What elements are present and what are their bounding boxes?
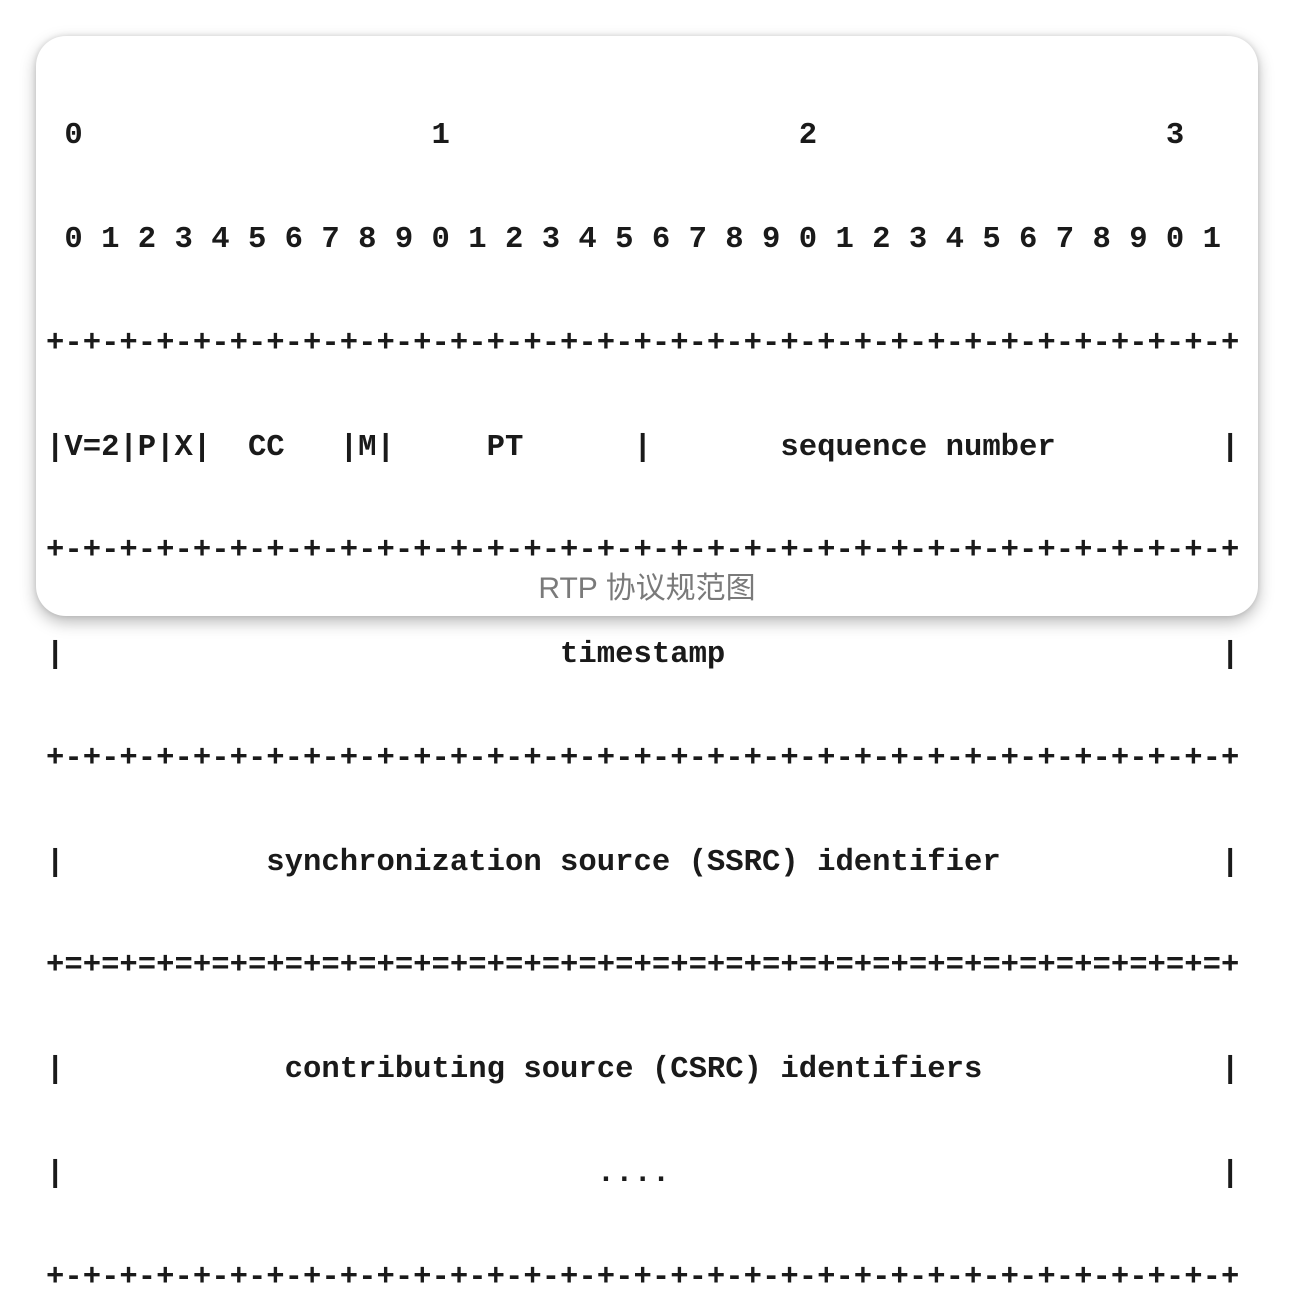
bit-tens-row: 0 1 2 3 (46, 119, 1185, 154)
csrc-continuation-row: | .... | (46, 1157, 1240, 1191)
double-border-row: +=+=+=+=+=+=+=+=+=+=+=+=+=+=+=+=+=+=+=+=… (46, 949, 1240, 984)
border-row: +-+-+-+-+-+-+-+-+-+-+-+-+-+-+-+-+-+-+-+-… (46, 741, 1240, 776)
border-row: +-+-+-+-+-+-+-+-+-+-+-+-+-+-+-+-+-+-+-+-… (46, 1260, 1240, 1295)
ssrc-row: | synchronization source (SSRC) identifi… (46, 845, 1240, 880)
border-row: +-+-+-+-+-+-+-+-+-+-+-+-+-+-+-+-+-+-+-+-… (46, 326, 1240, 361)
header-fields-row: |V=2|P|X| CC |M| PT | sequence number | (46, 430, 1240, 465)
rtp-header-ascii-diagram: 0 1 2 3 0 1 2 3 4 5 6 7 8 9 0 1 2 3 4 5 … (46, 50, 1239, 1304)
diagram-caption: RTP 协议规范图 (538, 572, 756, 605)
bit-units-row: 0 1 2 3 4 5 6 7 8 9 0 1 2 3 4 5 6 7 8 9 … (46, 222, 1221, 257)
timestamp-row: | timestamp | (46, 638, 1240, 673)
csrc-row: | contributing source (CSRC) identifiers… (46, 1053, 1240, 1088)
